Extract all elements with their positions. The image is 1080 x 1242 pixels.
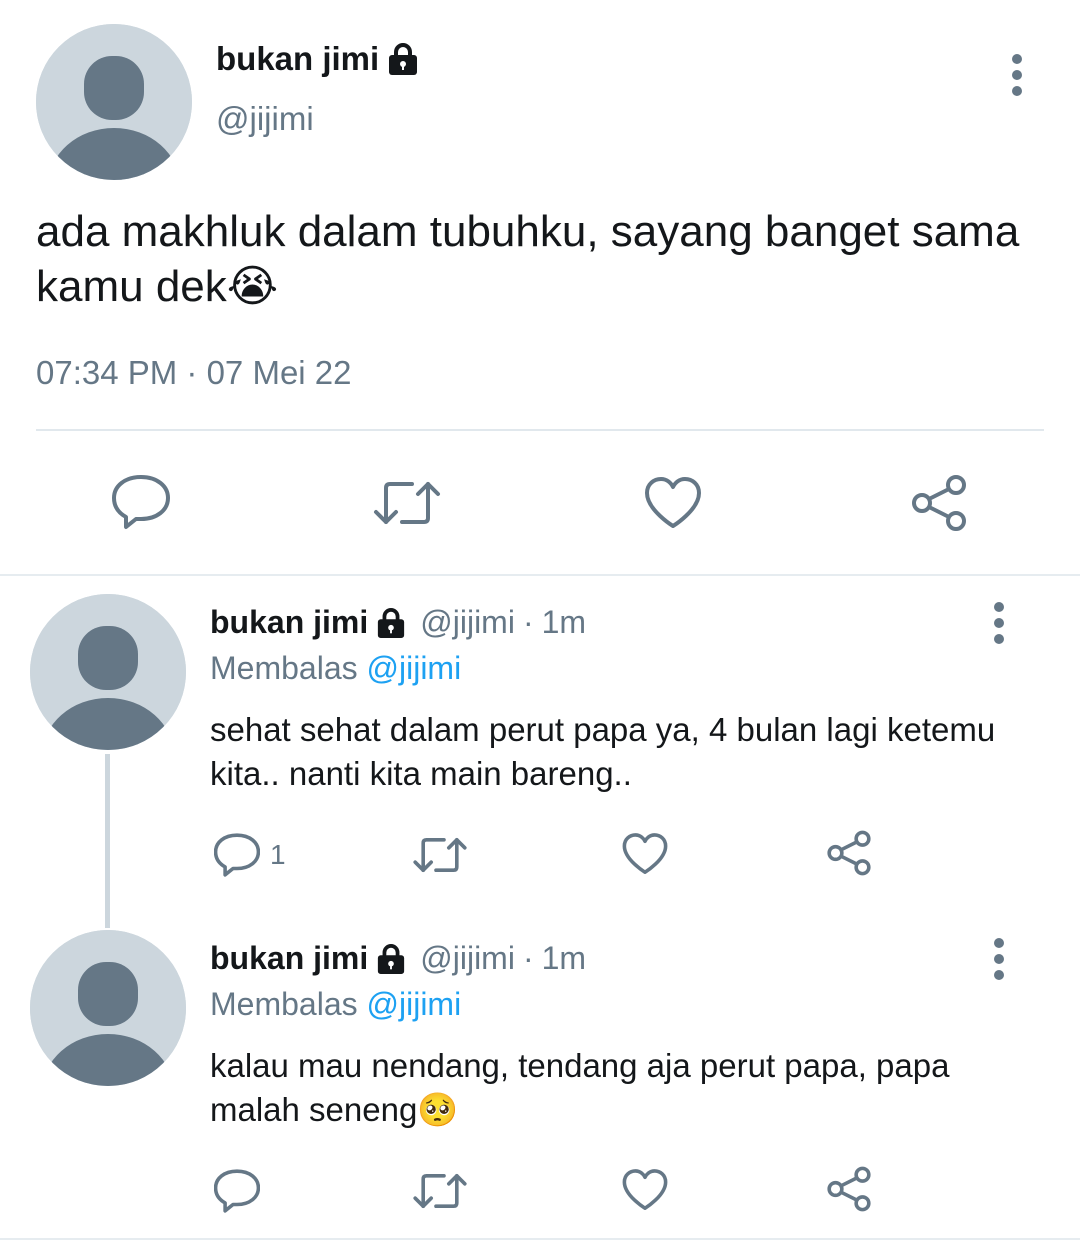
mention-link[interactable]: @jijimi [367, 986, 462, 1022]
tweet-date: 07 Mei 22 [206, 354, 352, 391]
reply-count: 1 [270, 839, 286, 870]
lock-icon [389, 43, 418, 75]
retweet-icon [413, 838, 467, 872]
avatar[interactable] [30, 930, 186, 1086]
reply-text: sehat sehat dalam perut papa ya, 4 bulan… [210, 711, 996, 792]
author-handle[interactable]: @jijimi [216, 100, 314, 138]
replying-to: Membalas @jijimi [210, 650, 461, 687]
heart-icon [645, 477, 701, 528]
author-name[interactable]: bukan jimi [216, 40, 419, 78]
share-icon [827, 1166, 871, 1212]
reply-bubble-icon [214, 833, 260, 877]
heart-icon [622, 1169, 668, 1211]
more-options-button[interactable] [982, 936, 1016, 982]
reply-time: 1m [541, 940, 587, 976]
thread-connector [105, 754, 110, 928]
divider [0, 1238, 1080, 1240]
replying-to-prefix: Membalas [210, 650, 367, 686]
author-handle[interactable]: @jijimi [420, 940, 515, 977]
share-button[interactable] [826, 830, 872, 876]
lock-icon [378, 607, 405, 638]
like-button[interactable] [622, 832, 668, 876]
separator-dot: · [522, 940, 534, 976]
avatar[interactable] [36, 24, 192, 180]
retweet-icon [374, 482, 440, 524]
more-options-button[interactable] [982, 600, 1016, 646]
reply-button[interactable]: 1 [214, 832, 286, 878]
tweet-time: 07:34 PM [36, 354, 178, 391]
more-options-button[interactable] [1000, 52, 1034, 98]
tweet-text: ada makhluk dalam tubuhku, sayang banget… [36, 207, 1020, 311]
author-handle[interactable]: @jijimi [420, 604, 515, 641]
section-divider [0, 574, 1080, 576]
tweet-timestamp: 07:34 PM · 07 Mei 22 [36, 354, 352, 392]
share-icon [827, 830, 871, 876]
reply-text: kalau mau nendang, tendang aja perut pap… [210, 1047, 950, 1128]
more-vertical-icon [994, 602, 1004, 644]
more-vertical-icon [1012, 54, 1022, 96]
separator-dot: · [522, 604, 534, 640]
reply-header: bukan jimi @jijimi · 1m [210, 604, 586, 641]
author-name-text: bukan jimi [216, 40, 380, 77]
share-icon [912, 475, 966, 531]
more-vertical-icon [994, 938, 1004, 980]
reply-bubble-icon [112, 475, 170, 529]
lock-icon [378, 943, 405, 974]
like-button[interactable] [622, 1168, 668, 1212]
default-avatar-icon [30, 930, 186, 1086]
reply-bubble-icon [214, 1169, 260, 1213]
retweet-icon [413, 1174, 467, 1208]
share-button[interactable] [826, 1166, 872, 1212]
divider [36, 429, 1044, 431]
reply-button[interactable] [214, 1168, 270, 1214]
replying-to: Membalas @jijimi [210, 986, 461, 1023]
like-button[interactable] [644, 476, 702, 530]
reply-time: 1m [541, 604, 587, 640]
retweet-button[interactable] [372, 478, 442, 528]
meta-separator: · [177, 354, 207, 391]
author-name[interactable]: bukan jimi [210, 940, 368, 977]
replying-to-prefix: Membalas [210, 986, 367, 1022]
mention-link[interactable]: @jijimi [367, 650, 462, 686]
share-button[interactable] [910, 474, 968, 532]
reply-header: bukan jimi @jijimi · 1m [210, 940, 586, 977]
avatar[interactable] [30, 594, 186, 750]
author-name[interactable]: bukan jimi [210, 604, 368, 641]
retweet-button[interactable] [412, 835, 468, 875]
reply-button[interactable] [112, 474, 170, 530]
heart-icon [622, 833, 668, 875]
default-avatar-icon [30, 594, 186, 750]
default-avatar-icon [36, 24, 192, 180]
retweet-button[interactable] [412, 1171, 468, 1211]
